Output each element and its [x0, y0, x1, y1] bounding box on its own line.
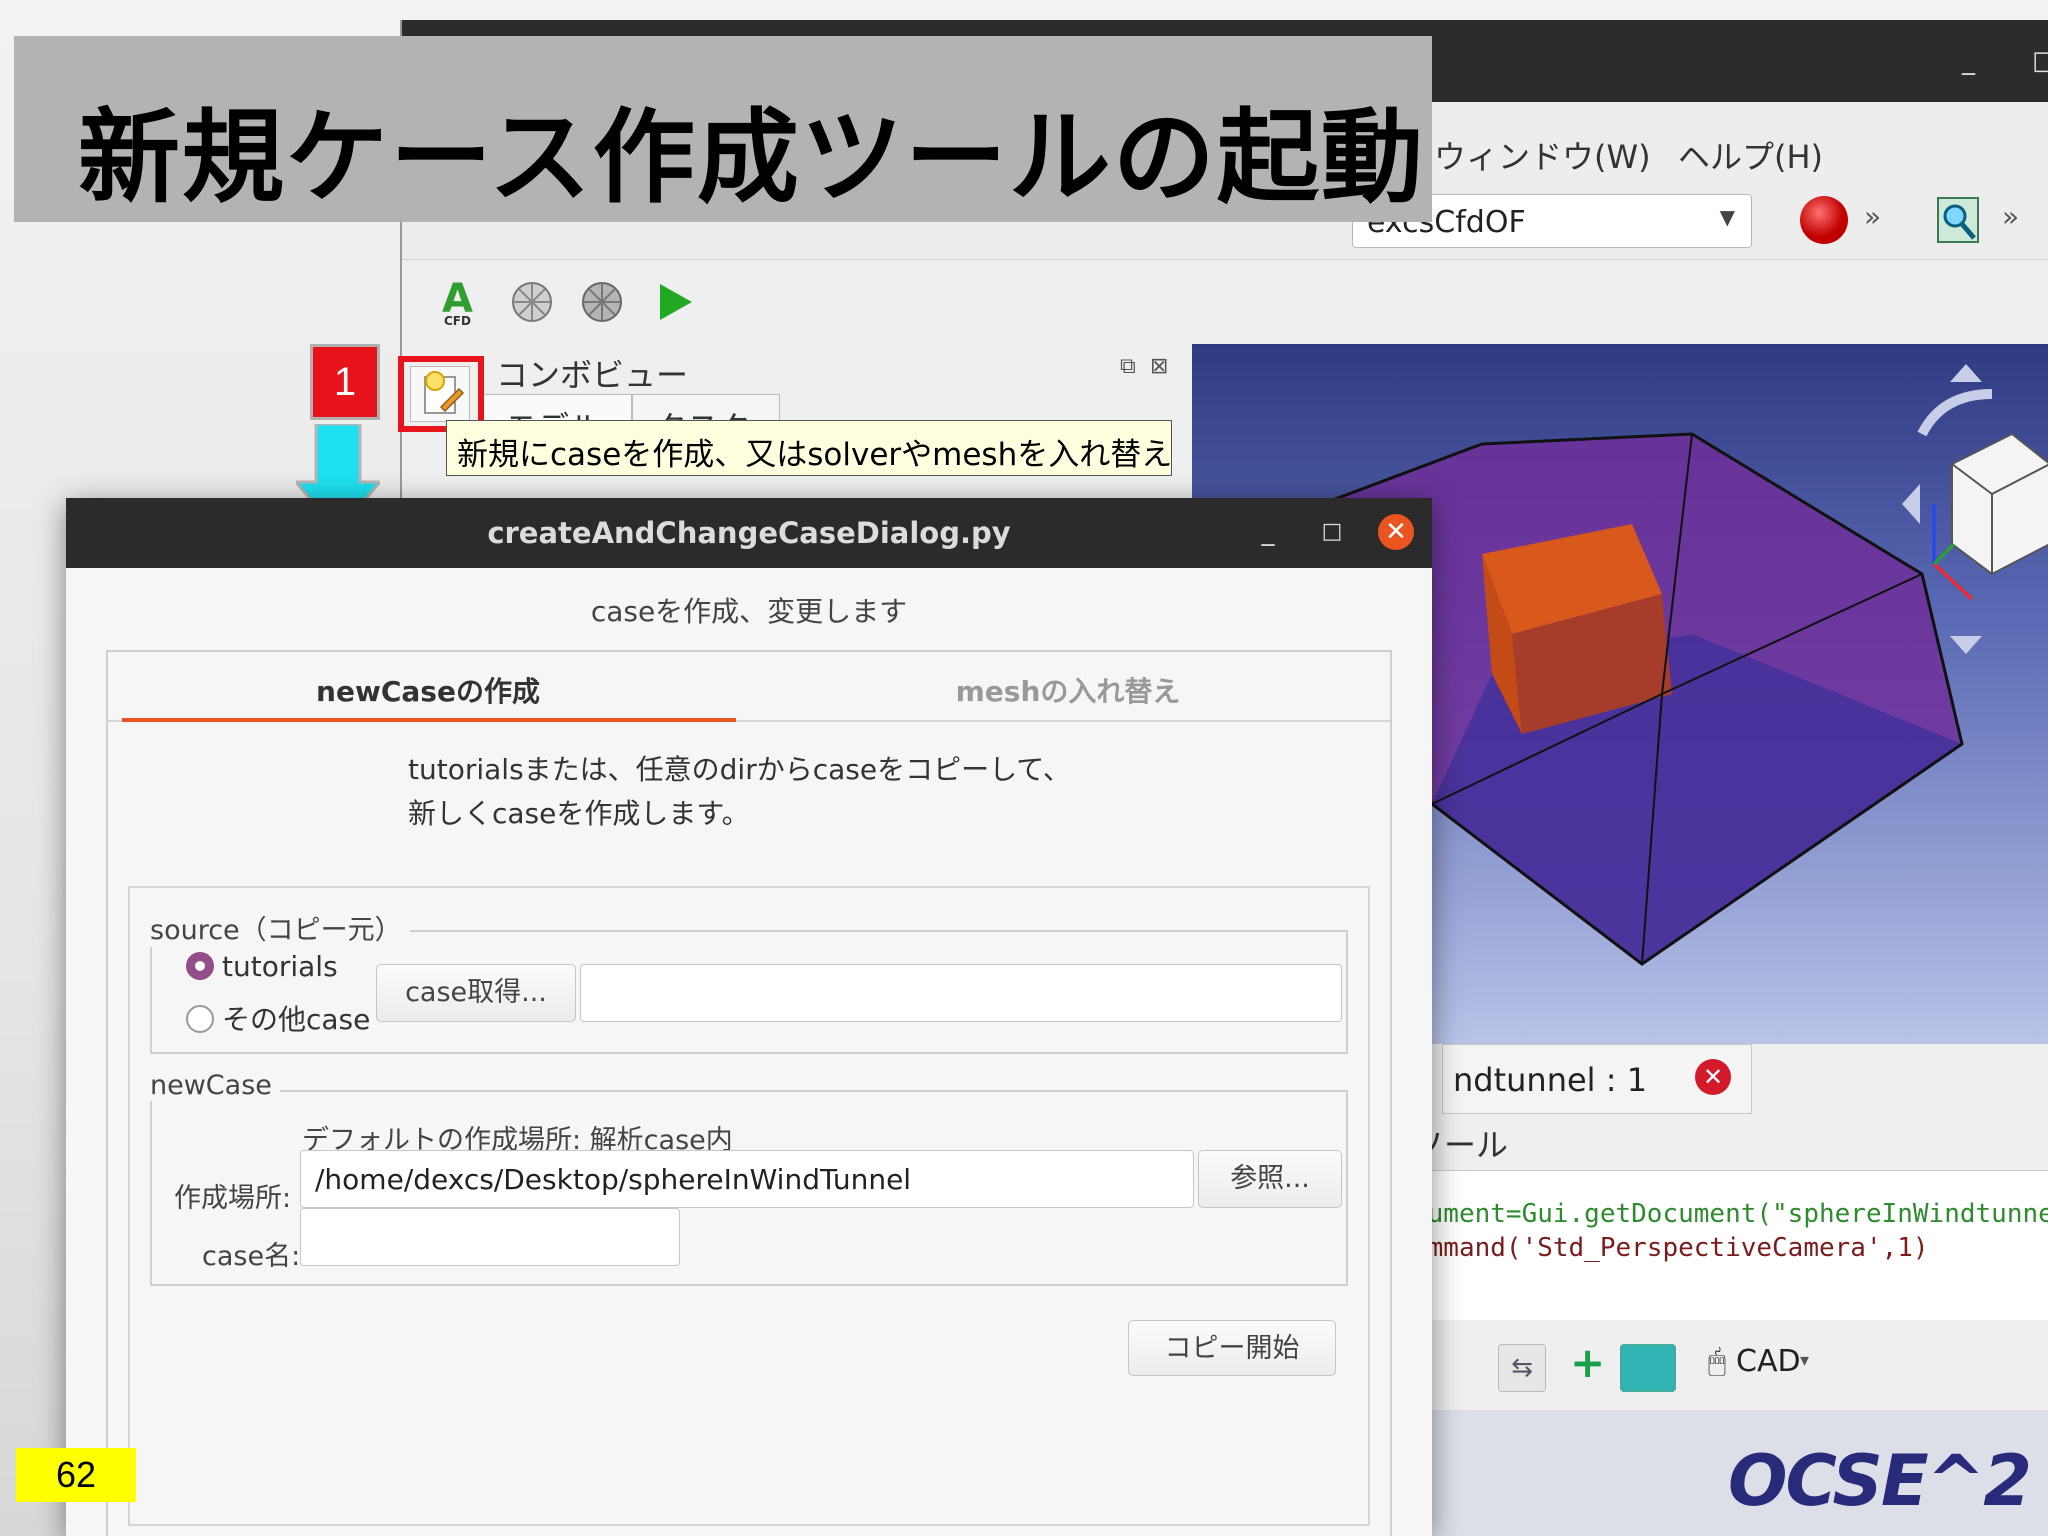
source-path-field[interactable]: [580, 964, 1342, 1022]
svg-text:CFD: CFD: [444, 314, 471, 326]
close-icon[interactable]: ✕: [1378, 514, 1414, 550]
cfd-analysis-icon[interactable]: A CFD: [436, 278, 484, 326]
combo-view-title: コンボビュー: [496, 356, 689, 394]
slide-title-box: 新規ケース作成ツールの起動: [14, 36, 1432, 222]
maximize-icon[interactable]: □: [1314, 514, 1350, 550]
console-line: ommand('Std_PerspectiveCamera',1): [1412, 1233, 1929, 1263]
location-field[interactable]: /home/dexcs/Desktop/sphereInWindTunnel: [300, 1150, 1194, 1208]
menu-help[interactable]: ヘルプ(H): [1678, 132, 1823, 178]
record-macro-icon[interactable]: [1798, 194, 1850, 246]
report-view-tab[interactable]: ndtunnel : 1 ✕: [1442, 1044, 1752, 1114]
ocse-logo: OCSE^2: [1728, 1440, 2032, 1522]
selection-filter-icon[interactable]: ⇆: [1498, 1344, 1546, 1392]
dialog-header: caseを作成、変更します: [590, 595, 908, 628]
menu-window[interactable]: ウィンドウ(W): [1434, 132, 1651, 178]
dialog-titlebar: createAndChangeCaseDialog.py _ □ ✕: [66, 498, 1432, 568]
navigation-style-label[interactable]: CAD: [1736, 1344, 1801, 1379]
toolbar-expand-chevron-2[interactable]: »: [2002, 200, 2019, 233]
maximize-icon[interactable]: □: [2032, 46, 2048, 76]
case-name-field[interactable]: [300, 1208, 680, 1266]
mouse-icon: 🖱: [1708, 1344, 1726, 1379]
run-solver-icon[interactable]: [650, 278, 698, 326]
get-case-button[interactable]: case取得...: [376, 964, 576, 1022]
radio-unselected-icon: [186, 1005, 214, 1033]
step-badge: 1: [310, 344, 380, 420]
dialog-title: createAndChangeCaseDialog.py: [487, 516, 1011, 550]
description-line: 新しくcaseを作成します。: [408, 797, 750, 830]
radio-other-case-label: その他case: [222, 1003, 371, 1036]
logo-bar: OCSE^2: [1402, 1410, 2048, 1536]
minimize-icon[interactable]: _: [1250, 514, 1286, 550]
browse-button[interactable]: 参照...: [1198, 1150, 1342, 1208]
new-case-tool-button[interactable]: [410, 366, 470, 422]
description-line: tutorialsまたは、任意のdirからcaseをコピーして、: [408, 753, 1071, 786]
toolbar-expand-chevron[interactable]: »: [1864, 200, 1881, 233]
create-case-dialog: createAndChangeCaseDialog.py _ □ ✕ caseを…: [66, 498, 1432, 1536]
new-case-group-label: newCase: [150, 1070, 280, 1101]
chevron-down-icon: ▼: [1719, 205, 1735, 229]
status-bar: ⇆ + 🖱 CAD ▾: [1402, 1320, 2048, 1410]
cfd-toolbar: A CFD: [402, 260, 2048, 344]
zoom-view-icon[interactable]: [1936, 196, 1980, 244]
tooltip: 新規にcaseを作成、又はsolverやmeshを入れ替え: [446, 420, 1172, 476]
console-line: cument=Gui.getDocument("sphereInWindtunn…: [1412, 1199, 2048, 1229]
create-case-icon: [424, 371, 465, 414]
panel-float-icon[interactable]: ⧉: [1120, 354, 1136, 379]
tab-replace-mesh[interactable]: meshの入れ替え: [748, 670, 1388, 710]
page-number: 62: [16, 1448, 136, 1502]
mesh-sphere-icon[interactable]: [508, 278, 556, 326]
radio-selected-icon: [186, 952, 214, 980]
location-label: 作成場所:: [174, 1183, 292, 1214]
radio-tutorials[interactable]: tutorials: [186, 950, 338, 983]
minimize-icon[interactable]: _: [1962, 46, 1975, 76]
add-icon[interactable]: +: [1570, 1338, 1605, 1387]
start-copy-button[interactable]: コピー開始: [1128, 1320, 1336, 1376]
active-tab-indicator: [122, 718, 736, 722]
close-tab-icon[interactable]: ✕: [1695, 1059, 1731, 1095]
dialog-tab-widget: newCaseの作成 meshの入れ替え tutorialsまたは、任意のdir…: [106, 650, 1392, 1536]
radio-other-case[interactable]: その他case: [186, 998, 370, 1038]
mesh-refine-icon[interactable]: [578, 278, 626, 326]
dialog-tab-bar: newCaseの作成 meshの入れ替え: [108, 652, 1390, 722]
case-name-label: case名:: [202, 1241, 301, 1272]
source-group-label: source（コピー元）: [150, 908, 410, 947]
report-tab-label: ndtunnel : 1: [1453, 1061, 1648, 1099]
tab-new-case[interactable]: newCaseの作成: [108, 670, 748, 710]
case-settings-frame: source（コピー元） tutorials その他case case取得...…: [128, 886, 1370, 1526]
tab-description: tutorialsまたは、任意のdirからcaseをコピーして、 新しくcase…: [408, 748, 1071, 836]
python-console[interactable]: cument=Gui.getDocument("sphereInWindtunn…: [1402, 1170, 2048, 1320]
slide-title: 新規ケース作成ツールの起動: [78, 99, 1425, 218]
radio-tutorials-label: tutorials: [222, 950, 338, 983]
navigation-cube-icon[interactable]: [1882, 354, 2048, 654]
panel-close-icon[interactable]: ⊠: [1150, 354, 1168, 379]
chevron-down-icon: ▾: [1800, 1350, 1810, 1371]
view-mode-icon[interactable]: [1620, 1344, 1676, 1392]
